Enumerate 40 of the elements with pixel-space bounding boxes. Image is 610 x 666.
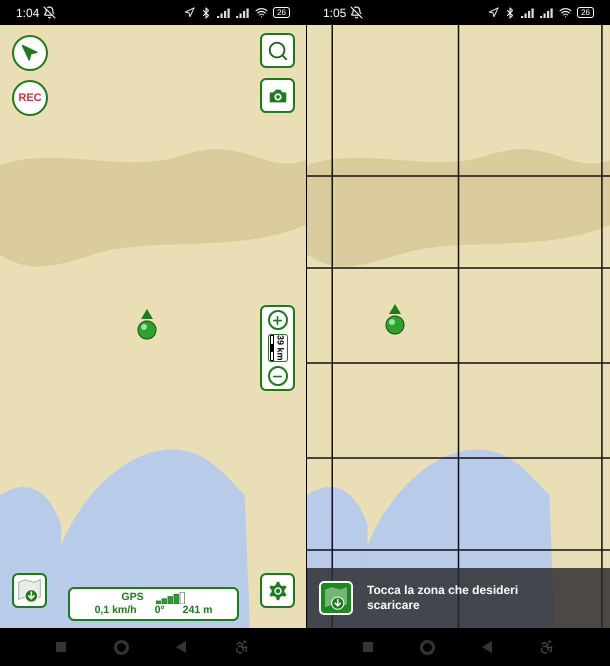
signal-icon	[521, 8, 536, 18]
settings-button[interactable]	[260, 573, 295, 608]
heading-reading: 0°	[154, 604, 165, 617]
muted-bell-icon	[350, 6, 364, 19]
accessibility-icon[interactable]	[538, 639, 554, 655]
position-marker-icon	[137, 309, 157, 341]
location-icon	[488, 7, 500, 18]
altitude-reading: 241 m	[182, 604, 212, 617]
zoom-in-button[interactable]	[268, 310, 288, 330]
battery-indicator: 26	[577, 7, 594, 18]
scale-bar-icon	[270, 335, 274, 361]
plus-icon	[271, 314, 284, 326]
download-maps-button[interactable]	[12, 573, 47, 608]
muted-bell-icon	[43, 6, 56, 19]
clock-time: 1:05	[323, 4, 346, 22]
signal-icon	[217, 8, 232, 18]
home-button[interactable]	[420, 640, 434, 654]
camera-button[interactable]	[260, 78, 295, 113]
search-icon	[266, 40, 288, 62]
map-download-icon	[16, 577, 43, 604]
signal-icon	[236, 8, 250, 18]
battery-indicator: 26	[273, 7, 290, 18]
search-button[interactable]	[260, 33, 295, 68]
gps-signal-icon	[156, 592, 186, 604]
recents-button[interactable]	[362, 642, 372, 652]
location-icon	[184, 7, 196, 18]
recents-button[interactable]	[56, 642, 66, 652]
navigation-arrow-icon	[21, 44, 39, 62]
back-button[interactable]	[482, 641, 492, 653]
gps-label: GPS	[121, 591, 144, 604]
toast-text: Tocca la zona che desideri scaricare	[367, 583, 520, 613]
speed-reading: 0,1 km/h	[94, 604, 137, 617]
scale-label: 39 km	[276, 335, 286, 361]
position-marker-icon	[385, 304, 405, 336]
signal-icon	[540, 8, 554, 18]
back-button[interactable]	[176, 641, 186, 653]
clock-time: 1:04	[16, 4, 40, 22]
zoom-out-button[interactable]	[268, 366, 288, 386]
accessibility-icon[interactable]	[234, 639, 250, 655]
home-button[interactable]	[114, 640, 129, 654]
